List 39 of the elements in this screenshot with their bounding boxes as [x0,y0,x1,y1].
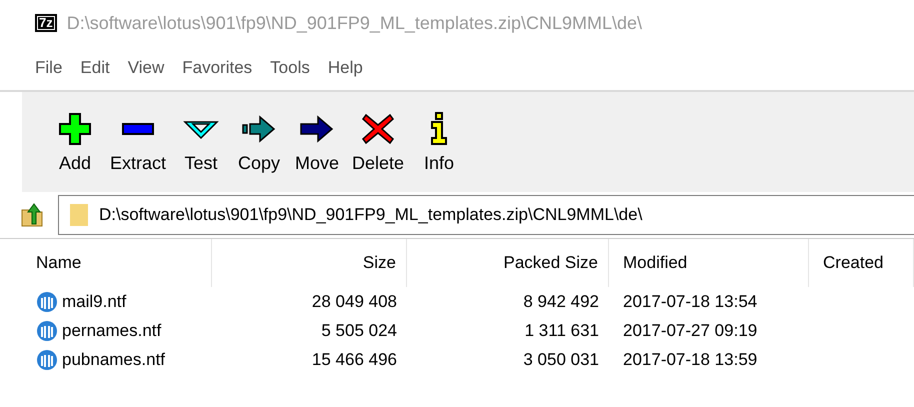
table-cell: 3 050 031 [523,350,599,370]
menu-item[interactable]: Edit [71,58,119,78]
table-cell: 8 942 492 [523,292,599,312]
column-header[interactable]: Modified [609,239,809,287]
toolbar-button[interactable]: Info [410,110,468,174]
table-cell: pernames.ntf [62,320,162,340]
toolbar-button[interactable]: Delete [346,110,410,174]
address-field[interactable]: D:\software\lotus\901\fp9\ND_901FP9_ML_templates.zip\CNL9MML\de\ [58,195,914,235]
table-cell: 1 311 631 [524,320,599,340]
menu-item[interactable]: Favorites [173,58,262,78]
table-cell: mail9.ntf [62,292,126,312]
toolbar-button[interactable]: Test [172,110,230,174]
column-header[interactable]: Created [809,239,914,287]
table-cell: 28 049 408 [312,292,397,312]
toolbar-button[interactable]: Copy [230,110,288,174]
menu-item[interactable]: Tools [261,58,319,78]
table-cell: 2017-07-27 09:19 [623,320,758,340]
plus-icon [57,110,93,146]
table-cell: 2017-07-18 13:59 [623,350,758,370]
menu-item[interactable]: View [118,58,174,78]
menu-item[interactable]: Help [318,58,372,78]
folder-icon [69,203,89,227]
table-cell: 2017-07-18 13:54 [623,292,758,312]
column-header[interactable]: Size [212,239,407,287]
table-cell: pubnames.ntf [62,350,166,370]
file-icon [36,348,58,370]
menu-item[interactable]: File [26,58,72,78]
app-logo: 7z [35,14,57,32]
file-icon [36,320,58,342]
toolbar-button[interactable]: Extract [104,110,172,174]
toolbar-button[interactable]: Move [288,110,346,174]
toolbar-button[interactable]: Add [46,110,104,174]
column-header[interactable]: Name [22,239,212,287]
column-header[interactable]: Packed Size [407,239,609,287]
file-icon [36,290,58,312]
table-cell: 15 466 496 [312,350,397,370]
up-folder-icon[interactable] [20,202,44,228]
window-title: D:\software\lotus\901\fp9\ND_901FP9_ML_templates.zip\CNL9MML\de\ [66,12,642,34]
table-cell: 5 505 024 [321,320,397,340]
